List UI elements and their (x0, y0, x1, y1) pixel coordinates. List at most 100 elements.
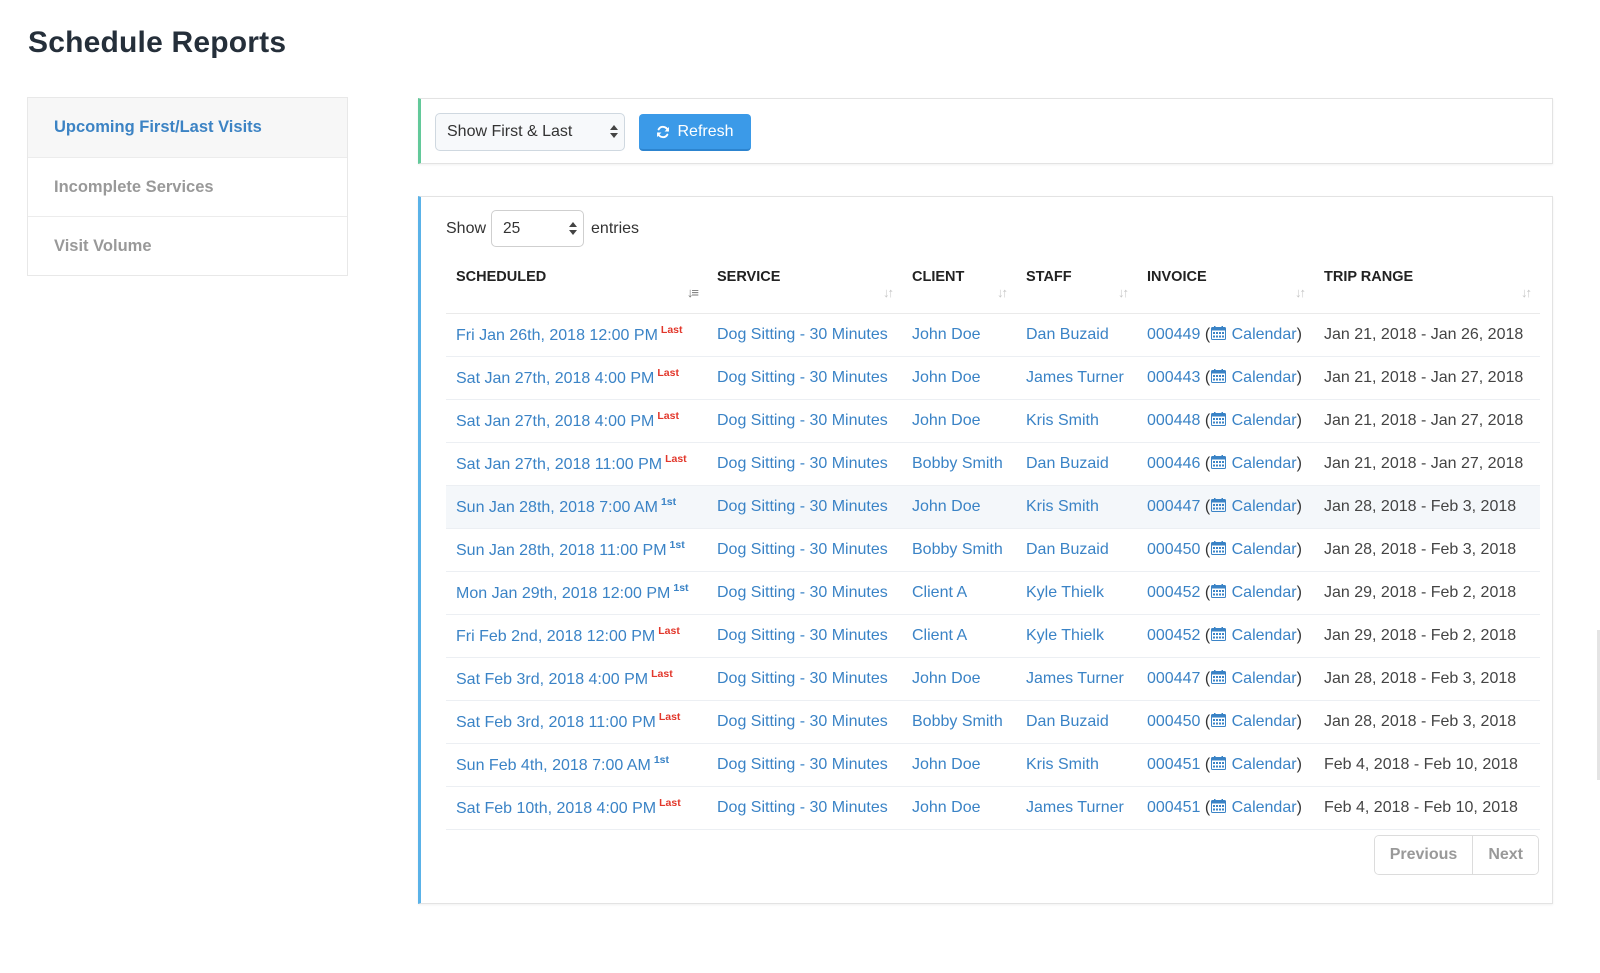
scheduled-visit-link[interactable]: Sun Jan 28th, 2018 7:00 AM (456, 499, 658, 516)
cell-trip-range: Jan 28, 2018 - Feb 3, 2018 (1314, 528, 1540, 572)
client-link[interactable]: Client A (912, 584, 967, 601)
scheduled-visit-link[interactable]: Sun Jan 28th, 2018 11:00 PM (456, 542, 667, 559)
client-link[interactable]: John Doe (912, 670, 981, 687)
staff-link[interactable]: Kris Smith (1026, 756, 1099, 773)
client-link[interactable]: Bobby Smith (912, 713, 1003, 730)
service-link[interactable]: Dog Sitting - 30 Minutes (717, 498, 888, 515)
sidebar-item-visit-volume[interactable]: Visit Volume (28, 216, 347, 275)
invoice-calendar-link[interactable]: Calendar (1210, 454, 1297, 472)
sort-icon[interactable]: ↓↑ (883, 285, 894, 300)
invoice-link[interactable]: 000443 (1147, 369, 1200, 386)
invoice-calendar-link[interactable]: Calendar (1210, 583, 1297, 601)
staff-link[interactable]: Kris Smith (1026, 412, 1099, 429)
invoice-link[interactable]: 000450 (1147, 541, 1200, 558)
column-header-invoice[interactable]: INVOICE ↓↑ (1137, 257, 1314, 314)
invoice-calendar-link[interactable]: Calendar (1210, 540, 1297, 558)
sort-icon[interactable]: ↓↑ (1295, 285, 1306, 300)
service-link[interactable]: Dog Sitting - 30 Minutes (717, 627, 888, 644)
paren-close: ) (1296, 669, 1302, 687)
staff-link[interactable]: Dan Buzaid (1026, 713, 1109, 730)
last-visit-badge: Last (665, 453, 687, 465)
invoice-calendar-link[interactable]: Calendar (1210, 712, 1297, 730)
service-link[interactable]: Dog Sitting - 30 Minutes (717, 326, 888, 343)
invoice-link[interactable]: 000451 (1147, 799, 1200, 816)
sidebar-item-incomplete-services[interactable]: Incomplete Services (28, 157, 347, 216)
staff-link[interactable]: James Turner (1026, 369, 1124, 386)
column-header-scheduled[interactable]: SCHEDULED ↓≡ (446, 257, 707, 314)
scheduled-visit-link[interactable]: Sat Jan 27th, 2018 4:00 PM (456, 413, 654, 430)
staff-link[interactable]: Dan Buzaid (1026, 541, 1109, 558)
invoice-link[interactable]: 000450 (1147, 713, 1200, 730)
invoice-calendar-link[interactable]: Calendar (1210, 798, 1297, 816)
scheduled-visit-link[interactable]: Sat Feb 3rd, 2018 4:00 PM (456, 671, 648, 688)
invoice-link[interactable]: 000447 (1147, 670, 1200, 687)
visits-table: SCHEDULED ↓≡ SERVICE ↓↑ CLIENT ↓↑ STAFF ↓↑ INVOI… (446, 257, 1540, 830)
client-link[interactable]: John Doe (912, 326, 981, 343)
client-link[interactable]: Bobby Smith (912, 541, 1003, 558)
invoice-calendar-link[interactable]: Calendar (1210, 325, 1297, 343)
refresh-button[interactable]: Refresh (639, 114, 751, 151)
staff-link[interactable]: James Turner (1026, 670, 1124, 687)
client-link[interactable]: John Doe (912, 412, 981, 429)
scheduled-visit-link[interactable]: Sun Feb 4th, 2018 7:00 AM (456, 757, 651, 774)
service-link[interactable]: Dog Sitting - 30 Minutes (717, 799, 888, 816)
invoice-calendar-link[interactable]: Calendar (1210, 368, 1297, 386)
scheduled-visit-link[interactable]: Mon Jan 29th, 2018 12:00 PM (456, 585, 670, 602)
first-last-filter-select[interactable]: Show First & Last (435, 113, 625, 151)
invoice-calendar-link[interactable]: Calendar (1210, 497, 1297, 515)
service-link[interactable]: Dog Sitting - 30 Minutes (717, 584, 888, 601)
client-link[interactable]: John Doe (912, 799, 981, 816)
service-link[interactable]: Dog Sitting - 30 Minutes (717, 412, 888, 429)
scheduled-visit-link[interactable]: Sat Feb 3rd, 2018 11:00 PM (456, 714, 656, 731)
invoice-link[interactable]: 000452 (1147, 584, 1200, 601)
service-link[interactable]: Dog Sitting - 30 Minutes (717, 670, 888, 687)
scheduled-visit-link[interactable]: Sat Feb 10th, 2018 4:00 PM (456, 800, 656, 817)
invoice-link[interactable]: 000452 (1147, 627, 1200, 644)
invoice-link[interactable]: 000446 (1147, 455, 1200, 472)
client-link[interactable]: Client A (912, 627, 967, 644)
invoice-link[interactable]: 000449 (1147, 326, 1200, 343)
staff-link[interactable]: Kris Smith (1026, 498, 1099, 515)
scheduled-visit-link[interactable]: Sat Jan 27th, 2018 4:00 PM (456, 370, 654, 387)
cell-client: John Doe (902, 399, 1016, 443)
last-visit-badge: Last (651, 668, 673, 680)
sort-descending-icon[interactable]: ↓≡ (687, 285, 699, 300)
client-link[interactable]: Bobby Smith (912, 455, 1003, 472)
cell-service: Dog Sitting - 30 Minutes (707, 528, 902, 572)
service-link[interactable]: Dog Sitting - 30 Minutes (717, 369, 888, 386)
sort-icon[interactable]: ↓↑ (1118, 285, 1129, 300)
invoice-calendar-link[interactable]: Calendar (1210, 755, 1297, 773)
invoice-calendar-link[interactable]: Calendar (1210, 669, 1297, 687)
sidebar-item-upcoming-first-last-visits[interactable]: Upcoming First/Last Visits (28, 98, 347, 157)
paren-close: ) (1296, 626, 1302, 644)
sort-icon[interactable]: ↓↑ (1521, 285, 1532, 300)
column-header-client[interactable]: CLIENT ↓↑ (902, 257, 1016, 314)
staff-link[interactable]: Kyle Thielk (1026, 627, 1104, 644)
staff-link[interactable]: Kyle Thielk (1026, 584, 1104, 601)
service-link[interactable]: Dog Sitting - 30 Minutes (717, 455, 888, 472)
previous-page-button[interactable]: Previous (1374, 836, 1473, 874)
column-header-service[interactable]: SERVICE ↓↑ (707, 257, 902, 314)
service-link[interactable]: Dog Sitting - 30 Minutes (717, 541, 888, 558)
column-header-staff[interactable]: STAFF ↓↑ (1016, 257, 1137, 314)
sort-icon[interactable]: ↓↑ (997, 285, 1008, 300)
client-link[interactable]: John Doe (912, 369, 981, 386)
entries-per-page-select[interactable]: 25 (491, 210, 585, 247)
invoice-calendar-link[interactable]: Calendar (1210, 411, 1297, 429)
client-link[interactable]: John Doe (912, 498, 981, 515)
staff-link[interactable]: James Turner (1026, 799, 1124, 816)
staff-link[interactable]: Dan Buzaid (1026, 326, 1109, 343)
invoice-calendar-link[interactable]: Calendar (1210, 626, 1297, 644)
service-link[interactable]: Dog Sitting - 30 Minutes (717, 756, 888, 773)
staff-link[interactable]: Dan Buzaid (1026, 455, 1109, 472)
invoice-link[interactable]: 000448 (1147, 412, 1200, 429)
scheduled-visit-link[interactable]: Sat Jan 27th, 2018 11:00 PM (456, 456, 662, 473)
invoice-link[interactable]: 000447 (1147, 498, 1200, 515)
client-link[interactable]: John Doe (912, 756, 981, 773)
invoice-link[interactable]: 000451 (1147, 756, 1200, 773)
column-header-trip-range[interactable]: TRIP RANGE ↓↑ (1314, 257, 1540, 314)
service-link[interactable]: Dog Sitting - 30 Minutes (717, 713, 888, 730)
scheduled-visit-link[interactable]: Fri Feb 2nd, 2018 12:00 PM (456, 628, 655, 645)
scheduled-visit-link[interactable]: Fri Jan 26th, 2018 12:00 PM (456, 327, 658, 344)
next-page-button[interactable]: Next (1472, 836, 1538, 874)
